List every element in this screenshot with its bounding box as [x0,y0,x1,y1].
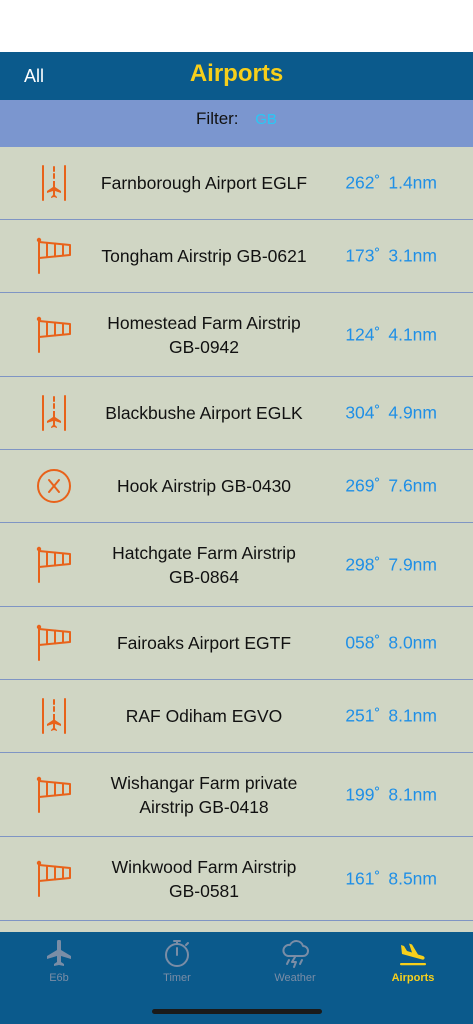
airport-bearing: 124˚ [345,324,381,344]
airport-bearing: 173˚ [345,245,381,266]
closed-airfield-icon [34,466,74,506]
storm-cloud-icon [236,938,354,968]
airport-name-line: Fairoaks Airport EGTF [116,633,292,653]
airport-name: Farnborough Airport EGLF [84,171,324,195]
airport-row[interactable]: Fairoaks Airport EGTF 058˚ 8.0nm [0,607,473,680]
airport-name-line: Airstrip GB-0418 [139,796,269,817]
airport-list[interactable]: Farnborough Airport EGLF 262˚ 1.4nm Tongham… [0,147,473,932]
airport-bearing: 304˚ [345,402,381,423]
airport-distance: 3.1nm [388,245,437,266]
airport-name-line: GB-0581 [168,880,240,901]
airport-distance: 4.1nm [388,324,437,344]
airport-bearing: 058˚ [345,632,381,653]
airport-distance: 8.1nm [388,784,437,804]
airplane-landing-icon [354,938,472,968]
windsock-icon [34,775,74,815]
navigation-bar: All Airports [0,52,473,100]
airport-name: Blackbushe Airport EGLK [84,401,324,425]
tab-label: Timer [163,972,191,984]
tab-label: E6b [49,972,69,984]
filter-label: Filter: [196,109,239,128]
airport-row[interactable]: Farnborough Airport EGLF 262˚ 1.4nm [0,147,473,220]
airport-name-line: GB-0864 [168,566,240,587]
airport-name: Hatchgate Farm Airstrip GB-0864 [84,541,324,589]
tab-weather[interactable]: Weather [236,936,354,988]
airport-distance: 8.1nm [388,705,437,726]
home-indicator [152,1009,322,1014]
airport-bearing: 262˚ [345,172,381,193]
airport-bearing-distance: 199˚ 8.1nm [345,784,437,805]
runway-icon [34,393,74,433]
airport-name-line: Homestead Farm Airstrip [107,312,301,333]
airport-distance: 1.4nm [388,172,437,193]
airport-bearing-distance: 173˚ 3.1nm [345,246,437,267]
airport-bearing-distance: 269˚ 7.6nm [345,476,437,497]
airport-row[interactable]: Hatchgate Farm Airstrip GB-0864 298˚ 7.9nm [0,523,473,607]
airport-bearing-distance: 262˚ 1.4nm [345,173,437,194]
airport-distance: 7.6nm [388,475,437,496]
airport-row[interactable]: RAF Odiham EGVO 251˚ 8.1nm [0,680,473,753]
airport-name-line: Blackbushe Airport EGLK [105,403,303,423]
airport-name: RAF Odiham EGVO [84,704,324,728]
airport-bearing: 199˚ [345,784,381,804]
airport-name: Wishangar Farm private Airstrip GB-0418 [84,771,324,819]
airport-bearing-distance: 161˚ 8.5nm [345,868,437,889]
runway-icon [34,163,74,203]
airport-name: Winkwood Farm Airstrip GB-0581 [84,855,324,903]
airport-name: Fairoaks Airport EGTF [84,631,324,655]
airport-row[interactable]: Wishangar Farm private Airstrip GB-0418 19… [0,753,473,837]
airport-name-line: Wishangar Farm private [110,772,298,793]
airport-bearing: 298˚ [345,554,381,574]
airport-bearing-distance: 124˚ 4.1nm [345,324,437,345]
airport-row[interactable]: Blackbushe Airport EGLK 304˚ 4.9nm [0,377,473,450]
airport-row[interactable]: Winkwood Farm Airstrip GB-0581 161˚ 8.5nm [0,837,473,921]
windsock-icon [34,315,74,355]
airport-name-line: RAF Odiham EGVO [125,706,283,726]
airport-distance: 7.9nm [388,554,437,574]
filter-bar[interactable]: Filter: GB [0,100,473,147]
page-title: Airports [189,60,284,87]
windsock-icon [34,236,74,276]
tab-airports[interactable]: Airports [354,936,472,988]
airport-bearing-distance: 298˚ 7.9nm [345,554,437,575]
stopwatch-icon [118,938,236,968]
airport-name: Hook Airstrip GB-0430 [84,474,324,498]
airport-name-line: GB-0942 [168,336,240,357]
tab-label: Airports [391,972,435,984]
airport-name: Homestead Farm Airstrip GB-0942 [84,311,324,359]
airport-name: Tongham Airstrip GB-0621 [84,244,324,268]
airport-name-line: Winkwood Farm Airstrip [111,856,297,877]
airport-row[interactable]: Homestead Farm Airstrip GB-0942 124˚ 4.1nm [0,293,473,377]
runway-icon [34,696,74,736]
status-bar [0,0,473,52]
windsock-icon [34,859,74,899]
airport-bearing-distance: 304˚ 4.9nm [345,403,437,424]
airport-name-line: Tongham Airstrip GB-0621 [101,246,307,266]
tab-label: Weather [274,972,316,984]
airport-bearing-distance: 058˚ 8.0nm [345,633,437,654]
airport-bearing-distance: 251˚ 8.1nm [345,706,437,727]
airport-name-line: Farnborough Airport EGLF [100,173,308,193]
tab-timer[interactable]: Timer [118,936,236,988]
airport-row[interactable]: Tongham Airstrip GB-0621 173˚ 3.1nm [0,220,473,293]
filter-content: Filter: GB [0,109,473,129]
windsock-icon [34,623,74,663]
windsock-icon [34,545,74,585]
tab-e6b[interactable]: E6b [0,936,118,988]
airplane-icon [0,938,118,968]
airport-distance: 8.0nm [388,632,437,653]
airport-name-line: Hook Airstrip GB-0430 [116,476,292,496]
airport-name-line: Hatchgate Farm Airstrip [112,542,296,563]
all-button[interactable]: All [24,66,44,87]
airport-bearing: 251˚ [345,705,381,726]
filter-value[interactable]: GB [255,111,277,128]
airport-bearing: 269˚ [345,475,381,496]
airport-distance: 4.9nm [388,402,437,423]
airport-bearing: 161˚ [345,868,381,888]
airport-row[interactable]: Hook Airstrip GB-0430 269˚ 7.6nm [0,450,473,523]
airport-distance: 8.5nm [388,868,437,888]
